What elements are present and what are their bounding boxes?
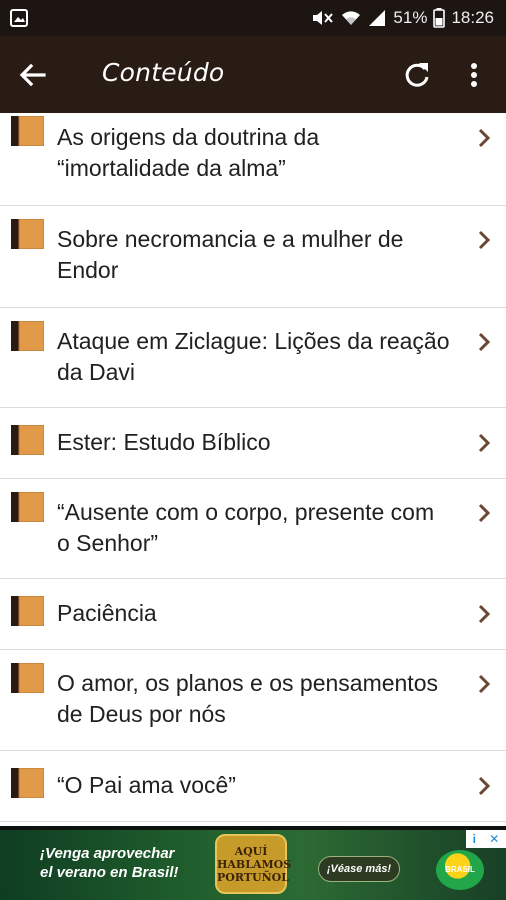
list-item-title: Ester: Estudo Bíblico (57, 429, 271, 455)
ad-close-icon[interactable]: ✕ (489, 830, 499, 848)
list-item-title: “Ausente com o corpo, presente com o Sen… (57, 499, 435, 556)
ad-divider (0, 826, 506, 830)
list-item[interactable]: “O Pai ama você” (0, 751, 506, 822)
list-item-title: O amor, os planos e os pensamentos de De… (57, 670, 438, 727)
battery-percent: 51% (393, 8, 428, 27)
list-item-title: Sobre necromancia e a mulher de Endor (57, 226, 404, 283)
chevron-right-icon (478, 503, 491, 523)
book-icon (11, 492, 44, 522)
status-bar: 51% 18:26 (0, 0, 506, 36)
book-icon (11, 663, 44, 693)
list-item-title: As origens da doutrina da “imortalidade … (57, 124, 320, 181)
page-title: Conteúdo (102, 58, 225, 87)
ad-slogan: ¡Venga aprovechar el verano en Brasil! (40, 845, 179, 881)
ad-info-icon[interactable]: i (473, 830, 476, 848)
book-icon (11, 116, 44, 146)
chevron-right-icon (478, 433, 491, 453)
chevron-right-icon (478, 128, 491, 148)
wifi-icon (342, 11, 361, 25)
list-item-title: Paciência (57, 600, 157, 626)
ad-banner[interactable]: ¡Venga aprovechar el verano en Brasil! A… (0, 826, 506, 900)
chevron-right-icon (478, 604, 491, 624)
gallery-icon (10, 9, 28, 27)
arrow-back-icon[interactable] (16, 58, 50, 92)
ad-cta-button[interactable]: ¡Véase más! (318, 856, 400, 882)
chevron-right-icon (478, 332, 491, 352)
list-item[interactable]: O amor, os planos e os pensamentos de De… (0, 650, 506, 751)
chevron-right-icon (478, 230, 491, 250)
chevron-right-icon (478, 674, 491, 694)
book-icon (11, 425, 44, 455)
list-item[interactable]: Sobre necromancia e a mulher de Endor (0, 206, 506, 308)
signal-icon (369, 10, 386, 26)
list-item[interactable]: Paciência (0, 579, 506, 650)
book-icon (11, 219, 44, 249)
ad-brand-logo: BRASIL (436, 850, 484, 890)
clock: 18:26 (451, 8, 494, 27)
chevron-right-icon (478, 776, 491, 796)
more-vert-icon[interactable] (462, 58, 486, 92)
list-item[interactable]: Ataque em Ziclague: Lições da reação da … (0, 308, 506, 408)
list-item[interactable]: Ester: Estudo Bíblico (0, 408, 506, 479)
list-item-title: Ataque em Ziclague: Lições da reação da … (57, 328, 450, 385)
list-item-title: “O Pai ama você” (57, 772, 236, 798)
list-item[interactable]: “Ausente com o corpo, presente com o Sen… (0, 479, 506, 579)
app-bar: Conteúdo (0, 36, 506, 113)
list-item[interactable]: As origens da doutrina da “imortalidade … (0, 113, 506, 206)
ad-logo: AQUÍ HABLAMOS PORTUÑOL (215, 834, 291, 894)
mute-icon (313, 11, 334, 25)
book-icon (11, 768, 44, 798)
battery-icon (433, 8, 446, 28)
refresh-icon[interactable] (400, 58, 434, 92)
content-list[interactable]: As origens da doutrina da “imortalidade … (0, 113, 506, 826)
ad-choices[interactable]: i ✕ (466, 830, 506, 848)
book-icon (11, 596, 44, 626)
book-icon (11, 321, 44, 351)
